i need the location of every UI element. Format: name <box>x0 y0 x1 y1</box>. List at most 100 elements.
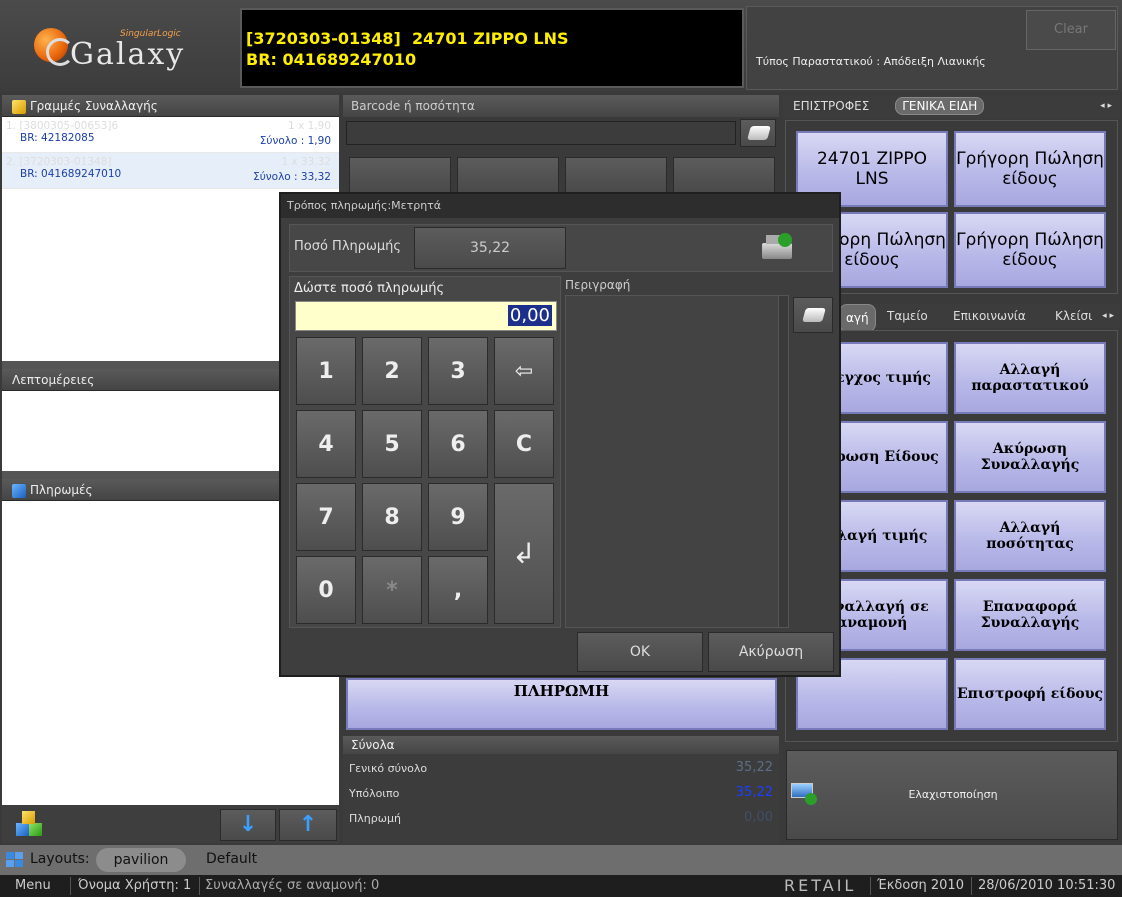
cancel-button[interactable]: Ακύρωση <box>708 632 834 672</box>
amount-value: 35,22 <box>414 227 566 269</box>
tab-close[interactable]: Κλείσι <box>1055 304 1092 328</box>
tab-communication[interactable]: Επικοινωνία <box>953 304 1026 328</box>
user-name: Όνομα Χρήστη: 1 <box>78 878 192 893</box>
grand-total-label: Γενικό σύνολο <box>349 762 428 775</box>
tab-scroll-arrows-icon[interactable]: ◂ ▸ <box>1100 95 1112 117</box>
logo-word: Galaxy <box>70 37 186 72</box>
clear-key[interactable]: C <box>494 410 554 478</box>
transactions-header: Γραμμές Συναλλαγής <box>2 95 339 117</box>
key-8[interactable]: 8 <box>362 483 422 551</box>
category-item[interactable]: Γρήγορη Πώληση είδους <box>954 131 1106 207</box>
minimize-label: Ελαχιστοποίηση <box>908 788 998 801</box>
cubes-icon[interactable] <box>16 811 44 837</box>
totals-panel: Σύνολα Γενικό σύνολο 35,22 Υπόλοιπο 35,2… <box>343 736 779 843</box>
waiting-count: Συναλλαγές σε αναμονή: 0 <box>205 878 380 893</box>
amount-entry-value: 0,00 <box>507 305 552 326</box>
row-total: Σύνολο : 1,90 <box>259 135 331 147</box>
description-label: Περιγραφή <box>565 278 631 292</box>
ok-button[interactable]: OK <box>577 632 703 672</box>
key-9[interactable]: 9 <box>428 483 488 551</box>
dialog-title: Τρόπος πληρωμής:Μετρητά <box>281 194 839 218</box>
product-name: RETAIL <box>784 876 857 895</box>
date-time: 28/06/2010 10:51:30 <box>978 878 1116 893</box>
display-line-2: BR: 041689247010 <box>246 50 417 69</box>
minimize-button[interactable]: Ελαχιστοποίηση <box>786 750 1118 840</box>
cube-icon <box>12 483 26 498</box>
asterisk-key[interactable]: * <box>362 556 422 624</box>
quick-key[interactable] <box>565 157 667 193</box>
key-6[interactable]: 6 <box>428 410 488 478</box>
layout-default[interactable]: Default <box>206 851 257 867</box>
keyboard-button[interactable] <box>740 119 776 147</box>
row-qty: 1 x 33,32 <box>281 156 331 168</box>
description-field[interactable] <box>565 295 789 628</box>
clear-button[interactable]: Clear <box>1026 10 1116 50</box>
customer-display: [3720303-01348] 24701 ZIPPO LNS BR: 0416… <box>240 8 744 88</box>
amount-label: Ποσό Πληρωμής <box>294 239 402 254</box>
menu-button[interactable]: Menu <box>15 878 51 893</box>
layout-pavilion[interactable]: pavilion <box>96 848 186 872</box>
display-line-1: [3720303-01348] 24701 ZIPPO LNS <box>246 29 569 48</box>
function-button[interactable]: Επιστροφή είδους <box>954 658 1106 730</box>
tab-scroll-arrows-icon[interactable]: ◂ ▸ <box>1102 304 1114 328</box>
backspace-key[interactable]: ⇦ <box>494 337 554 405</box>
left-toolbar: ↓ ↑ <box>2 805 339 843</box>
keyboard-icon <box>802 308 826 322</box>
comma-key[interactable]: , <box>428 556 488 624</box>
description-scrollbar[interactable] <box>778 296 788 627</box>
grand-total-value: 35,22 <box>735 760 773 775</box>
quick-key[interactable] <box>457 157 559 193</box>
remaining-value: 35,22 <box>735 785 773 800</box>
key-1[interactable]: 1 <box>296 337 356 405</box>
tab-general[interactable]: ΓΕΝΙΚΑ ΕΙΔΗ <box>895 97 985 115</box>
totals-header: Σύνολα <box>343 736 779 754</box>
scroll-down-button[interactable]: ↓ <box>220 809 276 841</box>
arrow-down-icon: ↓ <box>238 812 258 837</box>
keyboard-icon <box>747 126 771 140</box>
barcode-header: Barcode ή ποσότητα <box>343 95 779 117</box>
tab-returns[interactable]: ΕΠΙΣΤΡΟΦΕΣ <box>793 99 869 113</box>
quick-key[interactable] <box>349 157 451 193</box>
category-tabs: ΕΠΙΣΤΡΟΦΕΣ ΓΕΝΙΚΑ ΕΙΔΗ ◂ ▸ <box>783 95 1120 119</box>
category-item[interactable]: Γρήγορη Πώληση είδους <box>954 212 1106 288</box>
layouts-icon <box>6 852 24 868</box>
key-7[interactable]: 7 <box>296 483 356 551</box>
amount-entry-field[interactable]: 0,00 <box>295 301 557 331</box>
function-button[interactable]: Ακύρωση Συναλλαγής <box>954 421 1106 493</box>
row-qty: 1 x 1,90 <box>288 120 331 132</box>
table-row[interactable]: 1. [3800305-00653]6 1 x 1,90 BR: 4218208… <box>2 117 339 153</box>
payment-total-label: Πληρωμή <box>349 812 401 825</box>
barcode-input[interactable] <box>346 121 736 145</box>
key-2[interactable]: 2 <box>362 337 422 405</box>
version: Έκδοση 2010 <box>877 878 964 893</box>
remaining-label: Υπόλοιπο <box>349 787 400 800</box>
app-logo: Galaxy SingularLogic <box>28 20 228 80</box>
quick-key[interactable] <box>673 157 775 193</box>
key-3[interactable]: 3 <box>428 337 488 405</box>
status-bar: Menu Όνομα Χρήστη: 1 Συναλλαγές σε αναμο… <box>0 875 1122 897</box>
arrow-up-icon: ↑ <box>298 812 318 837</box>
function-button[interactable]: Αλλαγή ποσότητας <box>954 500 1106 572</box>
row-total: Σύνολο : 33,32 <box>253 171 331 183</box>
row-code: 1. [3800305-00653]6 <box>6 120 119 132</box>
payment-total-value: 0,00 <box>744 810 773 825</box>
tab-change[interactable]: αγή <box>839 304 876 332</box>
layouts-label: Layouts: <box>30 851 90 867</box>
function-button[interactable]: Επαναφορά Συναλλαγής <box>954 579 1106 651</box>
key-0[interactable]: 0 <box>296 556 356 624</box>
document-type: Τύπος Παραστατικού : Απόδειξη Λιανικής <box>756 55 986 68</box>
function-button[interactable]: Αλλαγή παραστατικού <box>954 342 1106 414</box>
enter-key[interactable]: ↲ <box>494 483 554 624</box>
keypad-panel: Δώστε ποσό πληρωμής 0,00 1 2 3 ⇦ 4 5 6 C… <box>289 276 561 628</box>
scroll-up-button[interactable]: ↑ <box>279 809 337 841</box>
key-5[interactable]: 5 <box>362 410 422 478</box>
cash-register-icon <box>758 231 798 263</box>
enter-amount-label: Δώστε ποσό πληρωμής <box>294 281 445 296</box>
table-row[interactable]: 2. [3720303-01348] 1 x 33,32 BR: 0416892… <box>2 153 339 189</box>
key-4[interactable]: 4 <box>296 410 356 478</box>
logo-brand: SingularLogic <box>120 29 181 39</box>
layouts-bar: Layouts: pavilion Default <box>0 845 1122 875</box>
tab-cash[interactable]: Ταμείο <box>887 304 928 328</box>
payment-button[interactable]: ΠΛΗΡΩΜΗ <box>346 678 777 730</box>
keyboard-button[interactable] <box>793 297 833 333</box>
